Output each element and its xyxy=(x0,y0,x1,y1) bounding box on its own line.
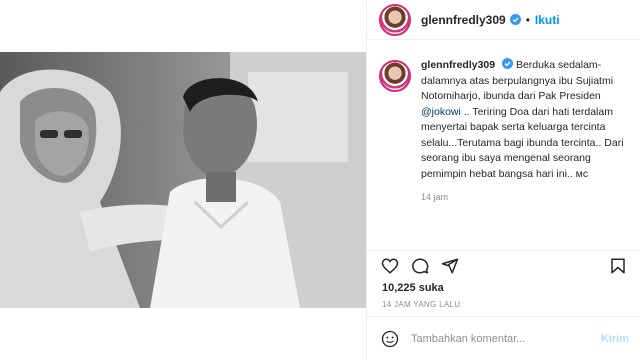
verified-badge-icon xyxy=(509,14,521,25)
caption-timestamp: 14 jam xyxy=(421,192,449,202)
send-button[interactable]: Kirim xyxy=(601,333,629,345)
action-bar xyxy=(367,250,640,276)
mention-link[interactable]: @jokowi xyxy=(421,106,461,118)
photo-illustration xyxy=(0,52,366,308)
post-sidebar: glennfredly309 • Ikuti glennfredly309 Be… xyxy=(366,0,640,360)
caption-username[interactable]: glennfredly309 xyxy=(421,59,495,71)
caption-text: glennfredly309 Berduka sedalam-dalamnya … xyxy=(421,58,636,206)
caption-block: glennfredly309 Berduka sedalam-dalamnya … xyxy=(367,58,640,206)
heart-icon[interactable] xyxy=(381,257,399,275)
add-comment-bar: Kirim xyxy=(367,316,640,360)
follow-button[interactable]: Ikuti xyxy=(535,13,560,27)
verified-badge-icon xyxy=(502,58,514,69)
emoji-icon[interactable] xyxy=(381,330,399,348)
bookmark-icon[interactable] xyxy=(609,257,627,275)
author-username[interactable]: glennfredly309 xyxy=(421,13,506,27)
post-media-area xyxy=(0,0,366,360)
comment-input[interactable] xyxy=(409,331,593,346)
post-photo[interactable] xyxy=(0,52,366,308)
comment-icon[interactable] xyxy=(411,257,429,275)
like-count[interactable]: 10,225 suka xyxy=(382,282,444,294)
avatar[interactable] xyxy=(379,60,411,92)
separator-dot: • xyxy=(525,12,530,27)
share-icon[interactable] xyxy=(441,257,459,275)
avatar[interactable] xyxy=(379,3,411,36)
instagram-post: glennfredly309 • Ikuti glennfredly309 Be… xyxy=(0,0,640,360)
post-timestamp[interactable]: 14 JAM YANG LALU xyxy=(382,300,460,309)
post-header: glennfredly309 • Ikuti xyxy=(367,0,640,40)
